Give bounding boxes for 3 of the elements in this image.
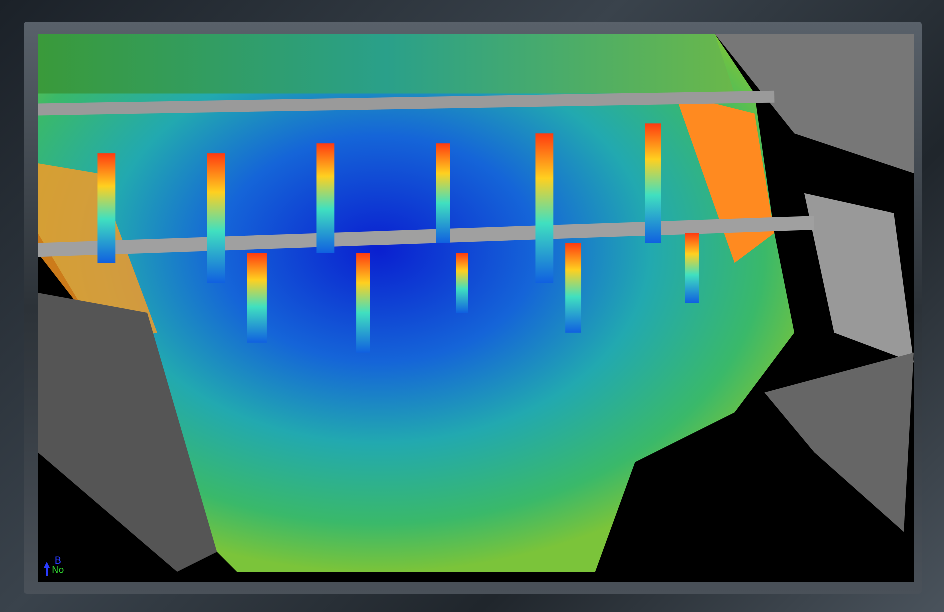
axis-label: B <box>54 557 62 567</box>
arrow-up-icon <box>44 562 50 576</box>
axis-label: No <box>52 567 64 576</box>
